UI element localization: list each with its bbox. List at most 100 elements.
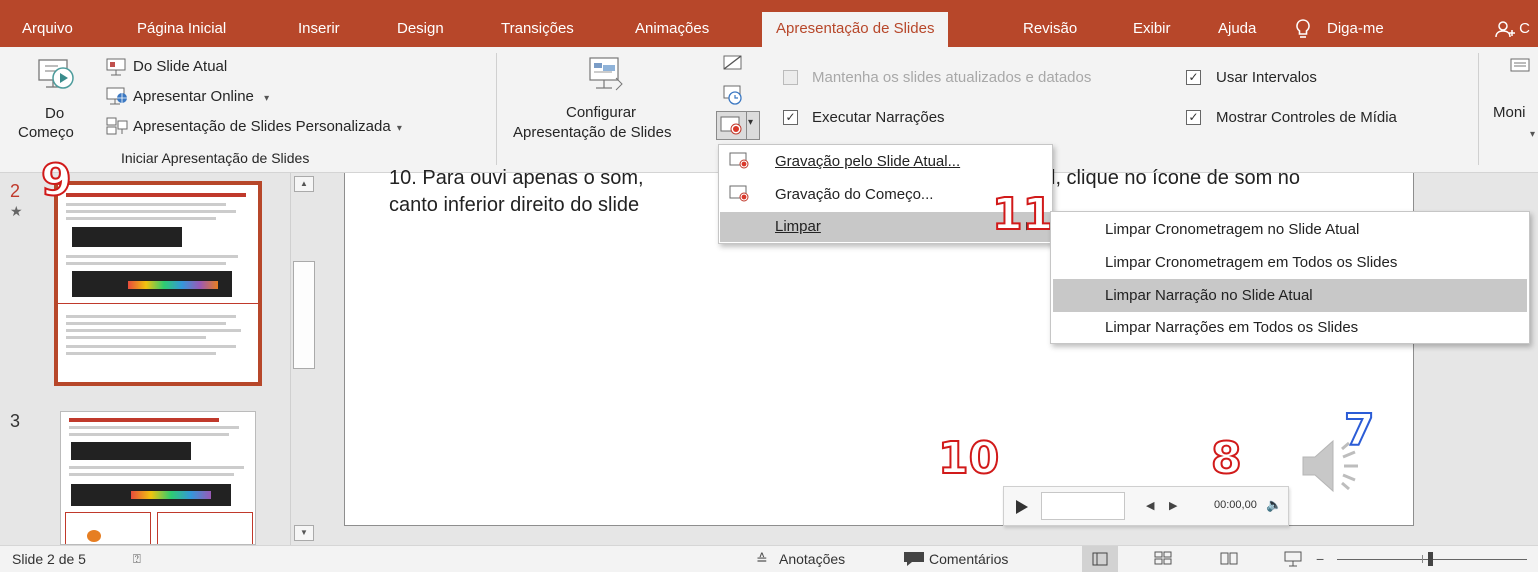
menu-item-label: Gravação pelo Slide Atual... (775, 153, 961, 170)
play-icon[interactable] (1016, 500, 1028, 514)
scroll-thumb[interactable] (293, 261, 315, 369)
play-from-start-icon[interactable] (36, 57, 78, 97)
slide-text-line2: canto inferior direito do slide (389, 194, 640, 216)
comentarios-button[interactable]: Comentários (929, 551, 1008, 567)
zoom-slider-thumb[interactable] (1428, 552, 1433, 566)
personalizada-button[interactable]: Apresentação de Slides Personalizada ▾ (133, 118, 402, 135)
mantenha-label: Mantenha os slides atualizados e datados (812, 69, 1092, 86)
slide-screen-icon (106, 58, 126, 81)
menu-item-limpar-cronometragem-atual[interactable]: Limpar Cronometragem no Slide Atual (1105, 221, 1359, 238)
slideshow-view-button[interactable] (1284, 551, 1302, 570)
mostrar-controles-checkbox[interactable]: ✓ (1186, 110, 1201, 125)
menu-item-gravacao-slide-atual[interactable]: Gravação pelo Slide Atual... (775, 153, 960, 170)
group-divider (496, 53, 497, 165)
lightbulb-icon[interactable] (1294, 12, 1312, 47)
usar-intervalos-label[interactable]: Usar Intervalos (1216, 69, 1317, 86)
share-button[interactable]: C (1495, 12, 1530, 47)
thumbnail-scrollbar[interactable]: ▲ ▼ (290, 173, 316, 545)
limpar-submenu: Limpar Cronometragem no Slide Atual Limp… (1050, 211, 1530, 344)
monitor-icon[interactable] (1510, 58, 1530, 81)
animation-star-icon: ★ (10, 203, 23, 219)
apresentar-online-label: Apresentar Online (133, 88, 254, 105)
group-divider (1478, 53, 1479, 165)
group-label-iniciar: Iniciar Apresentação de Slides (121, 150, 310, 166)
executar-narracoes-checkbox[interactable]: ✓ (783, 110, 798, 125)
do-slide-atual-button[interactable]: Do Slide Atual (133, 58, 227, 75)
media-time: 00:00,00 (1214, 499, 1257, 511)
annotation-7: 7 (1343, 405, 1376, 456)
slide-counter: Slide 2 de 5 (12, 551, 86, 567)
tab-apresentacao-de-slides[interactable]: Apresentação de Slides (762, 12, 949, 47)
tab-design[interactable]: Design (397, 12, 444, 47)
tell-me-search[interactable]: Diga-me (1327, 12, 1384, 47)
seek-back-icon[interactable]: ◀ (1146, 499, 1154, 512)
usar-intervalos-checkbox[interactable]: ✓ (1186, 70, 1201, 85)
apresentar-online-button[interactable]: Apresentar Online ▾ (133, 88, 269, 105)
do-comeco-label-2[interactable]: Começo (18, 124, 74, 141)
executar-narracoes-label[interactable]: Executar Narrações (812, 109, 945, 126)
thumbnail-slide-2[interactable] (54, 181, 262, 386)
record-beginning-icon (729, 185, 751, 208)
menu-item-limpar-cronometragem-todos[interactable]: Limpar Cronometragem em Todos os Slides (1105, 254, 1397, 271)
annotation-8: 8 (1210, 433, 1243, 484)
thumb-number: 2 (10, 181, 21, 201)
tab-exibir[interactable]: Exibir (1133, 12, 1171, 47)
menu-item-limpar-narracoes-todos[interactable]: Limpar Narrações em Todos os Slides (1105, 319, 1358, 336)
scroll-down-icon[interactable]: ▼ (294, 525, 314, 541)
slide-text-line1-left: 10. Para ouvi apenas o som, (389, 167, 644, 189)
annotation-11: 11 (991, 189, 1054, 240)
mantenha-checkbox (783, 70, 798, 85)
tab-pagina-inicial[interactable]: Página Inicial (137, 12, 226, 47)
zoom-center-tick (1422, 555, 1423, 563)
configurar-label-2[interactable]: Apresentação de Slides (513, 124, 671, 141)
menu-item-limpar-narracao-atual[interactable]: Limpar Narração no Slide Atual (1053, 279, 1527, 312)
status-bar: Slide 2 de 5 ⍰ ≙ Anotações Comentários − (0, 545, 1538, 572)
notes-icon[interactable]: ≙ (756, 551, 768, 568)
slide-thumbnail-pane: 2 ★ 9 3 ▲ ▼ (0, 158, 320, 545)
anotacoes-button[interactable]: Anotações (779, 551, 845, 567)
personalizada-label: Apresentação de Slides Personalizada (133, 118, 391, 135)
annotation-9: 9 (40, 155, 73, 206)
reading-view-button[interactable] (1220, 551, 1238, 568)
tab-revisao[interactable]: Revisão (1023, 12, 1077, 47)
record-current-icon (729, 152, 751, 175)
do-comeco-label-1[interactable]: Do (45, 105, 64, 122)
seek-forward-icon[interactable]: ▶ (1169, 499, 1177, 512)
slide-text-line1-right: l, clique no ícone de som no (1051, 167, 1301, 189)
thumb-number: 3 (10, 411, 21, 431)
configurar-label-1[interactable]: Configurar (566, 104, 636, 121)
hide-slide-icon[interactable] (723, 54, 743, 77)
media-controls: ◀ ▶ 00:00,00 🔈 (1003, 486, 1289, 526)
present-online-icon (106, 87, 128, 110)
scroll-up-icon[interactable]: ▲ (294, 176, 314, 192)
custom-show-icon (106, 117, 128, 140)
share-label: C (1519, 20, 1531, 37)
record-slideshow-button[interactable]: ▾ (716, 111, 760, 140)
tab-inserir[interactable]: Inserir (298, 12, 340, 47)
volume-icon[interactable]: 🔈 (1266, 497, 1282, 513)
setup-slideshow-icon[interactable] (586, 56, 626, 101)
tab-transicoes[interactable]: Transições (501, 12, 574, 47)
menu-item-label: Limpar (775, 218, 821, 235)
ribbon-tab-bar: Arquivo Página Inicial Inserir Design Tr… (0, 0, 1538, 47)
comments-icon[interactable] (903, 551, 925, 570)
menu-item-gravacao-comeco[interactable]: Gravação do Começo... (775, 186, 933, 203)
mostrar-controles-label[interactable]: Mostrar Controles de Mídia (1216, 109, 1397, 126)
menu-item-label: Gravação do Começo... (775, 186, 934, 203)
tab-ajuda[interactable]: Ajuda (1218, 12, 1256, 47)
chevron-down-icon: ▾ (264, 93, 270, 104)
zoom-out-icon[interactable]: − (1316, 551, 1324, 567)
media-progress-bar[interactable] (1041, 492, 1125, 520)
tab-animacoes[interactable]: Animações (635, 12, 709, 47)
monitor-label[interactable]: Moni (1493, 104, 1526, 121)
chevron-down-icon[interactable]: ▾ (748, 117, 753, 128)
thumbnail-slide-3[interactable] (60, 411, 256, 545)
normal-view-button[interactable] (1082, 546, 1118, 572)
chevron-down-icon[interactable]: ▾ (1530, 129, 1535, 140)
rehearse-timings-icon[interactable] (723, 85, 743, 110)
spelling-icon[interactable]: ⍰ (133, 551, 141, 567)
chevron-down-icon: ▾ (396, 123, 402, 134)
menu-item-label: Limpar Narração no Slide Atual (1105, 287, 1313, 304)
slide-sorter-button[interactable] (1154, 551, 1172, 568)
tab-arquivo[interactable]: Arquivo (22, 12, 73, 47)
